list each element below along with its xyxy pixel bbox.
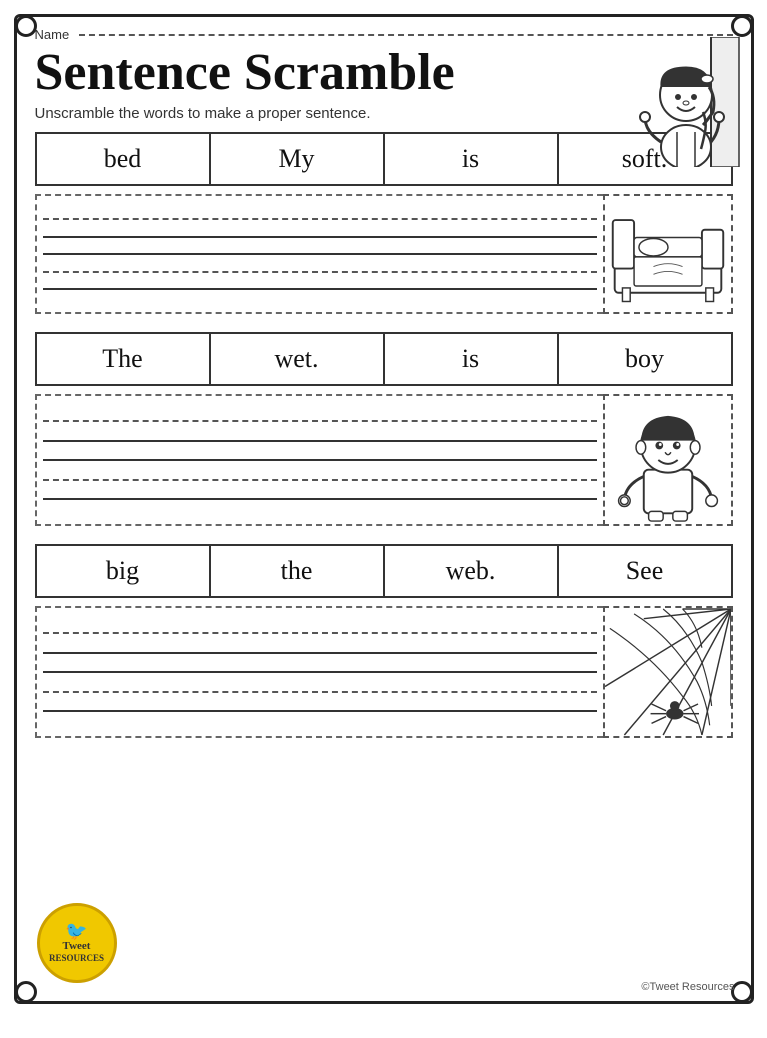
name-label: Name [35,27,70,42]
logo-bird-icon: 🐦 [65,922,87,940]
word-cell-2-3: is [385,334,559,384]
logo-text-tweet: Tweet [63,940,91,953]
word-row-3: big the web. See [35,544,733,598]
writing-lines-2 [35,394,603,526]
word-cell-3-4: See [559,546,731,596]
corner-bottom-left [15,981,37,1003]
image-box-bed [603,194,733,314]
word-cell-3-1: big [37,546,211,596]
girl-illustration [631,37,741,167]
solid-line [43,288,597,290]
solid-line [43,459,597,461]
copyright-text: ©Tweet Resources [641,981,734,993]
name-area: Name [35,27,733,42]
solid-line [43,498,597,500]
word-cell-1-3: is [385,134,559,184]
word-cell-2-4: boy [559,334,731,384]
word-cell-2-1: The [37,334,211,384]
worksheet-page: Name Sentence Scramble Unscramble the wo… [14,14,754,1004]
page-subtitle: Unscramble the words to make a proper se… [35,105,733,122]
image-box-web [603,606,733,738]
word-cell-3-2: the [211,546,385,596]
writing-lines-1 [35,194,603,314]
logo-text-resources: RESOURCES [49,953,104,964]
dash-line [43,271,597,273]
word-row-2: The wet. is boy [35,332,733,386]
name-line [79,34,732,36]
dash-line [43,218,597,220]
word-cell-3-3: web. [385,546,559,596]
word-cell-1-1: bed [37,134,211,184]
word-cell-2-2: wet. [211,334,385,384]
word-row-1: bed My is soft. [35,132,733,186]
solid-line [43,710,597,712]
writing-area-2 [35,394,733,526]
corner-top-right [731,15,753,37]
solid-line [43,671,597,673]
solid-line [43,652,597,654]
page-title: Sentence Scramble [35,44,733,101]
solid-line [43,440,597,442]
dash-line [43,479,597,481]
solid-line [43,253,597,255]
logo-badge: 🐦 Tweet RESOURCES [37,903,117,983]
corner-top-left [15,15,37,37]
solid-line [43,236,597,238]
dash-line [43,420,597,422]
writing-area-3 [35,606,733,738]
word-cell-1-2: My [211,134,385,184]
writing-area-1 [35,194,733,314]
writing-lines-3 [35,606,603,738]
dash-line [43,691,597,693]
image-box-boy [603,394,733,526]
dash-line [43,632,597,634]
